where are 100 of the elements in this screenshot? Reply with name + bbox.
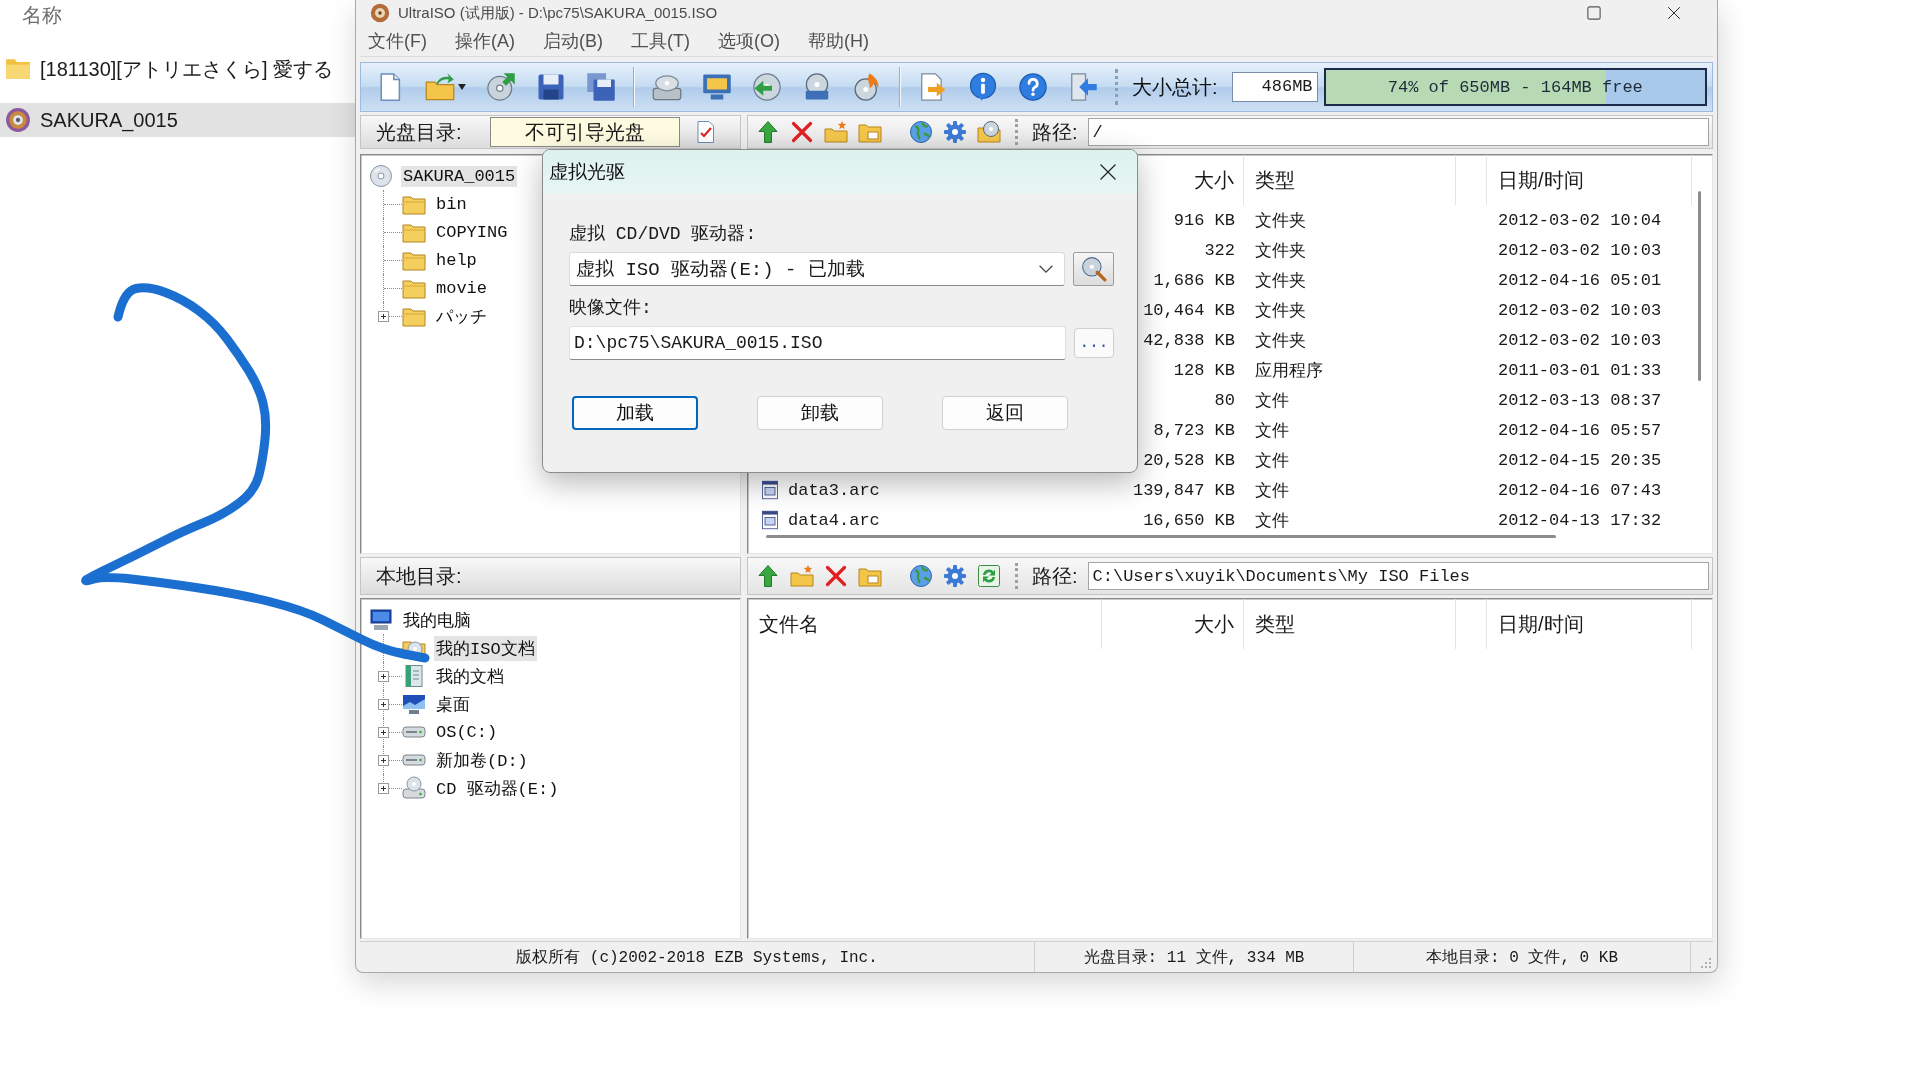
dialog-title: 虚拟光驱: [549, 160, 625, 184]
tree-item[interactable]: COPYING: [436, 221, 508, 243]
tree-item[interactable]: bin: [436, 193, 467, 215]
floppy-stack-icon[interactable]: [586, 72, 616, 102]
path-field[interactable]: /: [1087, 118, 1709, 146]
file-type: 文件夹: [1255, 330, 1306, 352]
file-date: 2012-04-16 05:57: [1498, 420, 1662, 440]
menu-item[interactable]: 帮助(H): [805, 27, 871, 55]
file-type: 文件夹: [1255, 270, 1306, 292]
image-path-field[interactable]: D:\pc75\SAKURA_0015.ISO: [569, 326, 1066, 360]
total-size-label: 大小总计:: [1132, 74, 1218, 100]
dialog-button[interactable]: 卸载: [757, 396, 883, 430]
book-icon: [402, 664, 426, 688]
file-date: 2012-03-02 10:03: [1498, 300, 1662, 320]
window-title: UltraISO (试用版) - D:\pc75\SAKURA_0015.ISO: [398, 3, 718, 23]
file-date: 2012-04-13 17:32: [1498, 510, 1662, 530]
tree-item[interactable]: help: [436, 249, 477, 271]
globe-icon[interactable]: [909, 564, 933, 588]
save-icon[interactable]: [536, 72, 566, 102]
file-name[interactable]: data4.arc: [788, 510, 880, 530]
tree-item[interactable]: 我的ISO文档: [434, 635, 537, 661]
tree-item[interactable]: 我的文档: [436, 663, 504, 689]
column-header[interactable]: 名称: [22, 0, 62, 30]
close-icon[interactable]: [1099, 163, 1117, 181]
expand-icon[interactable]: [378, 310, 389, 322]
path-label: 路径:: [1032, 119, 1078, 145]
maximize-icon[interactable]: [1587, 6, 1601, 20]
tree-item[interactable]: パッチ: [436, 303, 487, 329]
new-folder-icon[interactable]: [790, 564, 814, 588]
file-size: 8,723 KB: [1153, 420, 1235, 440]
tree-item[interactable]: CD 驱动器(E:): [436, 775, 559, 801]
boot-type-field[interactable]: 不可引导光盘: [489, 117, 680, 147]
disc-tray-icon[interactable]: [652, 72, 682, 102]
disc-search-icon: [1080, 256, 1107, 282]
file-type: 应用程序: [1255, 360, 1323, 382]
delete-icon[interactable]: [824, 564, 848, 588]
expand-icon[interactable]: [378, 726, 389, 738]
dialog-button[interactable]: 返回: [942, 396, 1068, 430]
column-header[interactable]: 日期/时间: [1487, 155, 1692, 205]
resize-grip-icon[interactable]: [1699, 956, 1711, 968]
tree-item[interactable]: SAKURA_0015: [401, 165, 518, 187]
file-name[interactable]: data3.arc: [788, 480, 880, 500]
file-type: 文件: [1255, 450, 1289, 472]
file-size: 322: [1204, 240, 1235, 260]
up-arrow-icon[interactable]: [756, 564, 780, 588]
expand-icon[interactable]: [378, 782, 389, 794]
disc-icon: [369, 164, 393, 188]
status-text: 光盘目录: 11 文件, 334 MB: [1083, 947, 1305, 968]
tree-item[interactable]: 桌面: [436, 691, 470, 717]
drive-select[interactable]: 虚拟 ISO 驱动器(E:) - 已加载: [569, 252, 1065, 286]
path-field[interactable]: C:\Users\xuyik\Documents\My ISO Files: [1087, 562, 1709, 590]
drive-button[interactable]: [1073, 252, 1114, 286]
column-header[interactable]: 类型: [1244, 599, 1456, 649]
file-type: 文件: [1255, 510, 1289, 532]
column-header[interactable]: 文件名: [748, 599, 1102, 649]
monitor-icon[interactable]: [702, 72, 732, 102]
dialog-button[interactable]: 加载: [572, 396, 698, 430]
up-arrow-icon[interactable]: [756, 120, 780, 144]
computer-icon: [369, 608, 393, 632]
scrollbar-thumb[interactable]: [1698, 191, 1701, 381]
close-icon[interactable]: [1667, 6, 1681, 20]
file-size: 128 KB: [1173, 360, 1235, 380]
file-date: 2012-04-15 20:35: [1498, 450, 1662, 470]
document-arrow-icon[interactable]: [918, 72, 948, 102]
tree-item[interactable]: movie: [436, 277, 487, 299]
column-header[interactable]: 大小: [1102, 599, 1244, 649]
menu-item[interactable]: 文件(F): [366, 27, 429, 55]
refresh-icon[interactable]: [977, 564, 1001, 588]
field-label: 映像文件:: [569, 297, 652, 320]
expand-icon[interactable]: [378, 754, 389, 766]
menu-item[interactable]: 选项(O): [715, 27, 782, 55]
new-folder-icon[interactable]: [824, 120, 848, 144]
globe-icon[interactable]: [909, 120, 933, 144]
browse-button[interactable]: ...: [1074, 328, 1114, 358]
delete-icon[interactable]: [790, 120, 814, 144]
disc-folder-icon[interactable]: [977, 120, 1001, 144]
explorer-item[interactable]: SAKURA_0015: [0, 103, 355, 137]
tree-item[interactable]: OS(C:): [436, 721, 498, 743]
file-size: 20,528 KB: [1143, 450, 1235, 470]
help-icon[interactable]: [1018, 72, 1048, 102]
file-type: 文件夹: [1255, 300, 1306, 322]
tree-item[interactable]: 新加卷(D:): [436, 747, 528, 773]
expand-icon[interactable]: [378, 670, 389, 682]
file-date: 2011-03-01 01:33: [1498, 360, 1662, 380]
menu-item[interactable]: 启动(B): [541, 27, 605, 55]
menu-item[interactable]: 工具(T): [629, 27, 692, 55]
menu-item[interactable]: 操作(A): [453, 27, 517, 55]
file-size: 139,847 KB: [1132, 480, 1235, 500]
file-size: 1,686 KB: [1153, 270, 1235, 290]
expand-icon[interactable]: [378, 698, 389, 710]
file-size: 10,464 KB: [1143, 300, 1235, 320]
column-header[interactable]: 日期/时间: [1487, 599, 1692, 649]
tree-item[interactable]: 我的电脑: [403, 607, 471, 633]
folder-icon: [5, 56, 31, 82]
column-header[interactable]: 类型: [1244, 155, 1456, 205]
scrollbar-thumb[interactable]: [766, 535, 1556, 538]
caret-icon[interactable]: [458, 83, 466, 91]
explorer-item[interactable]: [181130][アトリエさくら] 愛する: [0, 52, 355, 86]
exit-icon[interactable]: [1068, 72, 1098, 102]
info-icon[interactable]: [968, 72, 998, 102]
